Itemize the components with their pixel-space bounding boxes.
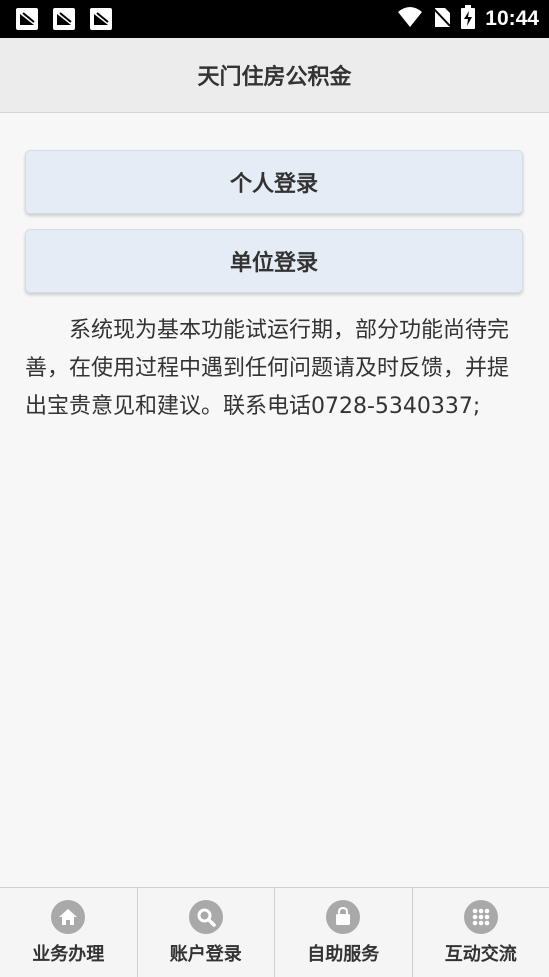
tab-label: 业务办理	[32, 940, 104, 966]
tab-label: 自助服务	[307, 940, 379, 966]
personal-login-button[interactable]: 个人登录	[25, 150, 523, 214]
shopping-bag-icon	[326, 900, 360, 934]
system-notice: 系统现为基本功能试运行期，部分功能尚待完善，在使用过程中遇到任何问题请及时反馈，…	[25, 312, 525, 426]
wifi-icon	[397, 6, 423, 32]
status-bar: 10:44	[0, 0, 549, 38]
no-sim-icon	[433, 6, 451, 32]
notification-icon	[16, 8, 38, 30]
tab-self-service[interactable]: 自助服务	[275, 888, 413, 977]
battery-charging-icon	[461, 5, 475, 33]
app-bar: 天门住房公积金	[0, 38, 549, 113]
tab-label: 互动交流	[445, 940, 517, 966]
tab-interaction[interactable]: 互动交流	[413, 888, 549, 977]
notification-icon	[53, 8, 75, 30]
company-login-button[interactable]: 单位登录	[25, 229, 523, 293]
notification-icon	[90, 8, 112, 30]
tab-business[interactable]: 业务办理	[0, 888, 138, 977]
home-icon	[51, 900, 85, 934]
grid-icon	[464, 900, 498, 934]
tab-account-login[interactable]: 账户登录	[138, 888, 276, 977]
tab-label: 账户登录	[170, 940, 242, 966]
search-icon	[189, 900, 223, 934]
bottom-tab-bar: 业务办理 账户登录 自助服务 互动交流	[0, 887, 549, 977]
page-title: 天门住房公积金	[197, 59, 351, 91]
status-time: 10:44	[485, 7, 539, 31]
